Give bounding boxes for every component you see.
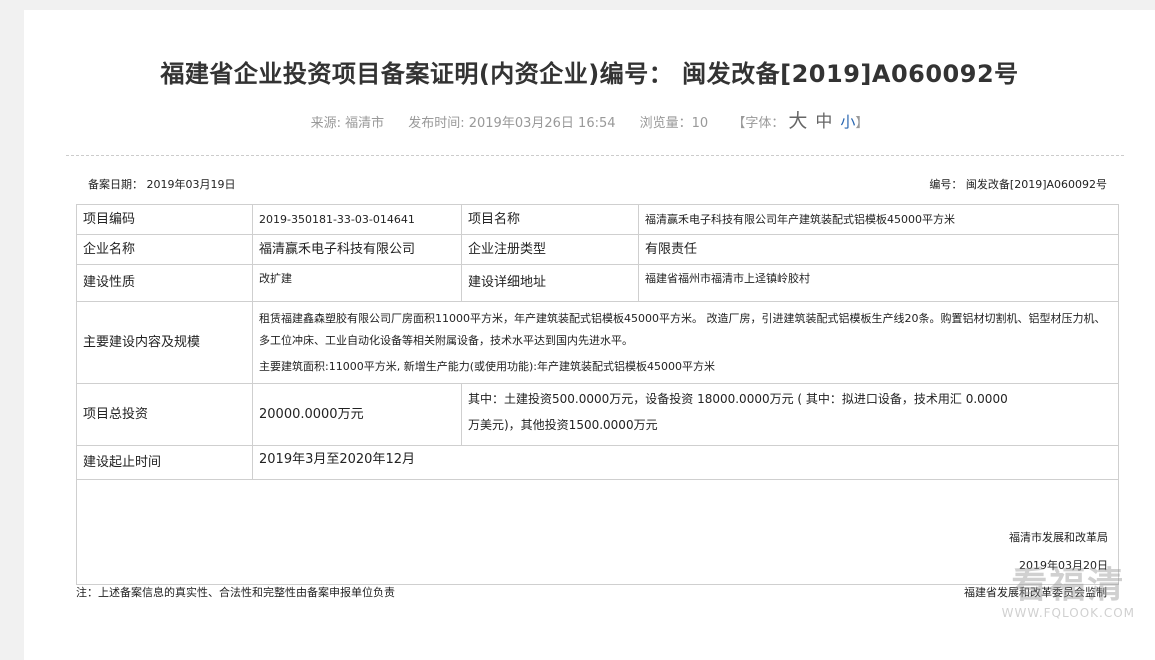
value-project-name: 福清赢禾电子科技有限公司年产建筑装配式铝模板45000平方米 (638, 204, 1119, 235)
content-paragraph: 租赁福建鑫森塑胶有限公司厂房面积11000平方米，年产建筑装配式铝模板45000… (259, 311, 1106, 347)
value-main-content: 租赁福建鑫森塑胶有限公司厂房面积11000平方米，年产建筑装配式铝模板45000… (252, 301, 1119, 384)
label-period: 建设起止时间 (76, 445, 253, 480)
investment-line-2: 万美元)，其他投资1500.0000万元 (468, 418, 658, 432)
value-project-code: 2019-350181-33-03-014641 (252, 204, 462, 235)
sign-date: 2019年03月20日 (1019, 559, 1108, 572)
page-title: 福建省企业投资项目备案证明(内资企业)编号： 闽发改备[2019]A060092… (160, 60, 1019, 88)
article-meta: 来源: 福清市 发布时间: 2019年03月26日 16:54 浏览量：10 【… (24, 106, 1155, 133)
publish-time: 发布时间: 2019年03月26日 16:54 (408, 116, 616, 131)
label-construction-nature: 建设性质 (76, 264, 253, 302)
watermark: 看福清 WWW.FQLOOK.COM (1001, 565, 1135, 621)
value-investment-breakdown: 其中：土建投资500.0000万元，设备投资 18000.0000万元 ( 其中… (461, 383, 1119, 446)
table-row: 主要建设内容及规模 租赁福建鑫森塑胶有限公司厂房面积11000平方米，年产建筑装… (76, 301, 1119, 384)
label-project-name: 项目名称 (461, 204, 639, 235)
watermark-logo: 看福清 (1011, 565, 1126, 606)
signature-cell: 福清市发展和改革局 2019年03月20日 (76, 479, 1119, 585)
investment-line-1: 其中：土建投资500.0000万元，设备投资 18000.0000万元 ( 其中… (468, 392, 1008, 406)
source-label: 来源: 福清市 (310, 116, 385, 131)
font-big-button[interactable]: 大 (788, 110, 807, 132)
record-number: 编号： 闽发改备[2019]A060092号 (929, 178, 1107, 191)
footnote: 注：上述备案信息的真实性、合法性和完整性由备案申报单位负责 (76, 586, 395, 599)
signature-block: 福清市发展和改革局 2019年03月20日 (83, 524, 1112, 580)
document-page: 福建省企业投资项目备案证明(内资企业)编号： 闽发改备[2019]A060092… (24, 10, 1155, 660)
label-company-type: 企业注册类型 (461, 234, 639, 265)
table-row: 项目总投资 20000.0000万元 其中：土建投资500.0000万元，设备投… (76, 383, 1119, 446)
table-row: 企业名称 福清赢禾电子科技有限公司 企业注册类型 有限责任 (76, 234, 1119, 265)
label-company-name: 企业名称 (76, 234, 253, 265)
font-label-close: 】 (855, 116, 869, 131)
label-project-code: 项目编码 (76, 204, 253, 235)
font-mid-button[interactable]: 中 (815, 112, 832, 132)
table-row: 建设起止时间 2019年3月至2020年12月 (76, 445, 1119, 480)
value-company-name: 福清赢禾电子科技有限公司 (252, 234, 462, 265)
label-address: 建设详细地址 (461, 264, 639, 302)
value-period: 2019年3月至2020年12月 (252, 445, 1119, 480)
table-row: 建设性质 改扩建 建设详细地址 福建省福州市福清市上迳镇岭胶村 (76, 264, 1119, 302)
label-main-content: 主要建设内容及规模 (76, 301, 253, 384)
table-row: 项目编码 2019-350181-33-03-014641 项目名称 福清赢禾电… (76, 204, 1119, 235)
view-count: 浏览量：10 (639, 116, 709, 131)
divider (66, 155, 1124, 156)
filing-table: 项目编码 2019-350181-33-03-014641 项目名称 福清赢禾电… (76, 204, 1119, 585)
label-total-investment: 项目总投资 (76, 383, 253, 446)
value-construction-nature: 改扩建 (252, 264, 462, 302)
font-size-switcher: 【字体：大中小】 (732, 110, 869, 132)
value-total-investment: 20000.0000万元 (252, 383, 462, 446)
font-label: 【字体： (732, 116, 785, 131)
value-company-type: 有限责任 (638, 234, 1119, 265)
content-area-capacity: 主要建筑面积:11000平方米, 新增生产能力(或使用功能):年产建筑装配式铝模… (259, 359, 715, 373)
table-row: 福清市发展和改革局 2019年03月20日 (76, 479, 1119, 585)
value-address: 福建省福州市福清市上迳镇岭胶村 (638, 264, 1119, 302)
sign-organization: 福清市发展和改革局 (1009, 531, 1108, 544)
font-small-button[interactable]: 小 (840, 113, 855, 131)
watermark-url: WWW.FQLOOK.COM (1001, 606, 1135, 620)
record-date: 备案日期： 2019年03月19日 (88, 178, 236, 191)
